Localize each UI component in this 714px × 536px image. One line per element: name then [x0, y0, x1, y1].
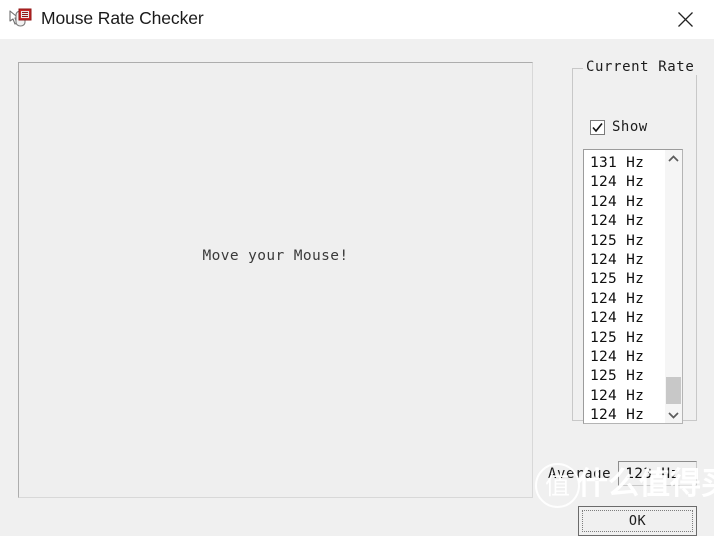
list-item[interactable]: 124 Hz: [590, 290, 664, 309]
client-area: Move your Mouse! Current Rate Show 131 H…: [0, 39, 714, 536]
list-item[interactable]: 124 Hz: [590, 251, 664, 270]
list-item[interactable]: 124 Hz: [590, 309, 664, 328]
average-label: Average: [548, 465, 612, 482]
canvas-hint-text: Move your Mouse!: [202, 248, 349, 264]
current-rate-listbox[interactable]: 131 Hz 124 Hz 124 Hz 124 Hz 125 Hz 124 Hz 125 …: [583, 149, 683, 424]
checkmark-icon: [592, 122, 603, 132]
list-item[interactable]: 124 Hz: [590, 387, 664, 406]
list-item[interactable]: 124 Hz: [590, 406, 664, 423]
list-item[interactable]: 124 Hz: [590, 348, 664, 367]
mouse-icon: [7, 8, 33, 32]
average-field[interactable]: 123 Hz: [618, 461, 698, 486]
average-value: 123 Hz: [625, 465, 680, 482]
ok-button-focus-ring: OK: [582, 510, 693, 532]
list-item[interactable]: 125 Hz: [590, 329, 664, 348]
scroll-up-button[interactable]: [665, 150, 682, 167]
ok-button-label: OK: [628, 513, 647, 529]
show-checkbox-label: Show: [612, 119, 648, 135]
list-item[interactable]: 124 Hz: [590, 212, 664, 231]
listbox-scrollbar[interactable]: [664, 150, 682, 423]
close-icon: [676, 10, 695, 29]
rate-list[interactable]: 131 Hz 124 Hz 124 Hz 124 Hz 125 Hz 124 Hz 125 …: [584, 150, 664, 423]
show-checkbox-row[interactable]: Show: [590, 119, 648, 135]
list-item[interactable]: 125 Hz: [590, 232, 664, 251]
average-row: Average 123 Hz: [548, 461, 698, 486]
list-item[interactable]: 131 Hz: [590, 154, 664, 173]
list-item[interactable]: 124 Hz: [590, 173, 664, 192]
window-title: Mouse Rate Checker: [41, 8, 204, 29]
chevron-up-icon: [668, 150, 679, 168]
chevron-down-icon: [668, 406, 679, 424]
show-checkbox[interactable]: [590, 119, 605, 135]
scrollbar-thumb[interactable]: [666, 377, 681, 404]
scroll-down-button[interactable]: [665, 406, 682, 423]
list-item[interactable]: 125 Hz: [590, 270, 664, 289]
title-bar: Mouse Rate Checker: [0, 0, 714, 40]
list-item[interactable]: 125 Hz: [590, 367, 664, 386]
mouse-tracking-canvas[interactable]: Move your Mouse!: [18, 62, 533, 498]
groupbox-legend: Current Rate: [583, 59, 698, 75]
list-item[interactable]: 124 Hz: [590, 193, 664, 212]
close-button[interactable]: [657, 0, 714, 38]
scrollbar-track[interactable]: [665, 167, 682, 406]
ok-button[interactable]: OK: [578, 506, 697, 536]
